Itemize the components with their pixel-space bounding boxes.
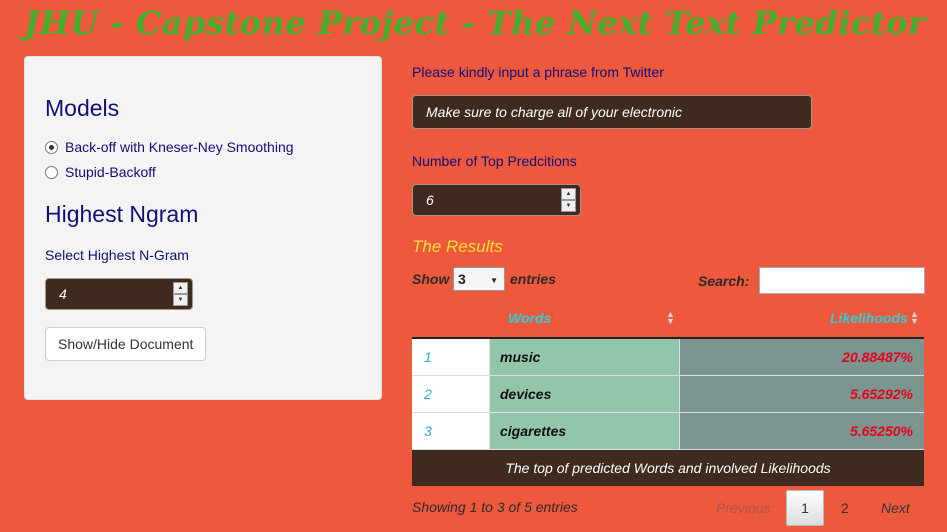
radio-unchecked-icon[interactable] — [45, 165, 58, 179]
search-input[interactable] — [759, 267, 925, 294]
table-row[interactable]: 2 devices 5.65292% — [412, 376, 924, 413]
top-predictions-input[interactable]: 6 ▲ ▼ — [412, 184, 581, 216]
pagination-page-1[interactable]: 1 — [786, 490, 824, 526]
sort-icon[interactable]: ▲ ▼ — [666, 310, 675, 326]
spinner-up-icon[interactable]: ▲ — [561, 188, 576, 200]
ngram-label: Select Highest N-Gram — [45, 247, 189, 263]
top-predictions-label: Number of Top Predcitions — [412, 153, 577, 169]
show-label: Show — [412, 271, 450, 287]
row-likelihood: 20.88487% — [680, 339, 924, 376]
top-spinner[interactable]: ▲ ▼ — [561, 188, 576, 212]
row-word: cigarettes — [490, 413, 680, 450]
ngram-heading: Highest Ngram — [45, 201, 199, 227]
entries-select[interactable]: 3 ▼ — [453, 267, 505, 291]
models-heading: Models — [45, 95, 120, 121]
spinner-down-icon[interactable]: ▼ — [173, 294, 188, 306]
sidebar-panel: Models Back-off with Kneser-Ney Smoothin… — [24, 56, 382, 400]
radio-stupid-backoff[interactable]: Stupid-Backoff — [45, 164, 156, 180]
search-label: Search: — [698, 273, 750, 289]
table-info: Showing 1 to 3 of 5 entries — [412, 499, 578, 515]
row-likelihood: 5.65250% — [680, 413, 924, 450]
column-header-words[interactable]: Words — [508, 310, 551, 326]
radio-label-stupid-backoff: Stupid-Backoff — [65, 164, 156, 180]
ngram-input[interactable]: 4 ▲ ▼ — [45, 278, 193, 310]
results-title: The Results — [412, 237, 503, 256]
row-index: 2 — [412, 376, 490, 413]
phrase-label: Please kindly input a phrase from Twitte… — [412, 64, 664, 80]
app-title: JHU - Capstone Project - The Next Text P… — [24, 4, 926, 42]
phrase-input[interactable]: Make sure to charge all of your electron… — [412, 95, 812, 129]
row-index: 3 — [412, 413, 490, 450]
table-caption: The top of predicted Words and involved … — [412, 450, 924, 486]
sort-icon[interactable]: ▲ ▼ — [910, 310, 919, 326]
table-row[interactable]: 1 music 20.88487% — [412, 339, 924, 376]
ngram-spinner[interactable]: ▲ ▼ — [173, 282, 188, 306]
pagination-previous[interactable]: Previous — [716, 490, 770, 526]
show-hide-document-button[interactable]: Show/Hide Document — [45, 327, 207, 361]
entries-label: entries — [510, 271, 556, 287]
radio-label-kneser-ney: Back-off with Kneser-Ney Smoothing — [65, 139, 294, 155]
entries-value: 3 — [458, 271, 466, 287]
radio-checked-icon[interactable] — [45, 140, 58, 154]
radio-kneser-ney[interactable]: Back-off with Kneser-Ney Smoothing — [45, 139, 294, 155]
row-index: 1 — [412, 339, 490, 376]
select-caret-icon: ▼ — [490, 276, 498, 285]
spinner-down-icon[interactable]: ▼ — [561, 200, 576, 212]
pagination-page-2[interactable]: 2 — [841, 490, 849, 526]
phrase-value: Make sure to charge all of your electron… — [426, 104, 683, 120]
spinner-up-icon[interactable]: ▲ — [173, 282, 188, 294]
row-word: music — [490, 339, 680, 376]
column-header-likelihoods[interactable]: Likelihoods — [830, 310, 908, 326]
row-word: devices — [490, 376, 680, 413]
table-row[interactable]: 3 cigarettes 5.65250% — [412, 413, 924, 450]
row-likelihood: 5.65292% — [680, 376, 924, 413]
ngram-value: 4 — [59, 286, 67, 302]
top-predictions-value: 6 — [426, 192, 434, 208]
pagination-next[interactable]: Next — [881, 490, 910, 526]
